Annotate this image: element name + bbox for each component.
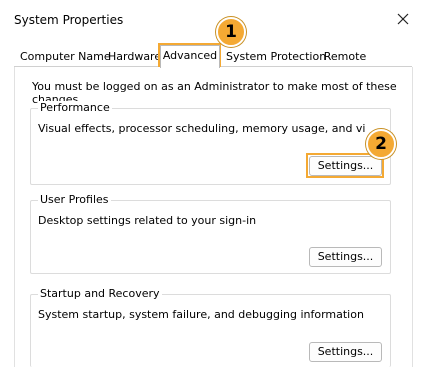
performance-description: Visual effects, processor scheduling, me… bbox=[38, 122, 366, 135]
startup-recovery-description: System startup, system failure, and debu… bbox=[38, 308, 364, 321]
step-marker-2: 2 bbox=[366, 129, 396, 159]
startup-recovery-settings-button[interactable]: Settings... bbox=[309, 342, 382, 362]
tab-strip: Computer Name Hardware Advanced System P… bbox=[14, 45, 414, 68]
tab-hardware[interactable]: Hardware bbox=[108, 47, 161, 66]
window-title: System Properties bbox=[14, 13, 124, 27]
user-profiles-settings-button[interactable]: Settings... bbox=[309, 247, 382, 267]
step-marker-1: 1 bbox=[216, 17, 246, 47]
tab-advanced[interactable]: Advanced bbox=[160, 45, 220, 68]
close-icon[interactable] bbox=[393, 9, 413, 29]
tab-system-protection[interactable]: System Protection bbox=[226, 47, 326, 66]
tab-computer-name[interactable]: Computer Name bbox=[20, 47, 111, 66]
performance-group-label: Performance bbox=[38, 101, 112, 114]
title-bar: System Properties bbox=[0, 0, 425, 40]
user-profiles-description: Desktop settings related to your sign-in bbox=[38, 214, 257, 227]
user-profiles-group-label: User Profiles bbox=[38, 193, 111, 206]
startup-recovery-group: Startup and Recovery System startup, sys… bbox=[30, 287, 391, 367]
tab-remote[interactable]: Remote bbox=[323, 47, 367, 66]
startup-recovery-group-label: Startup and Recovery bbox=[38, 287, 162, 300]
user-profiles-group: User Profiles Desktop settings related t… bbox=[30, 193, 391, 274]
